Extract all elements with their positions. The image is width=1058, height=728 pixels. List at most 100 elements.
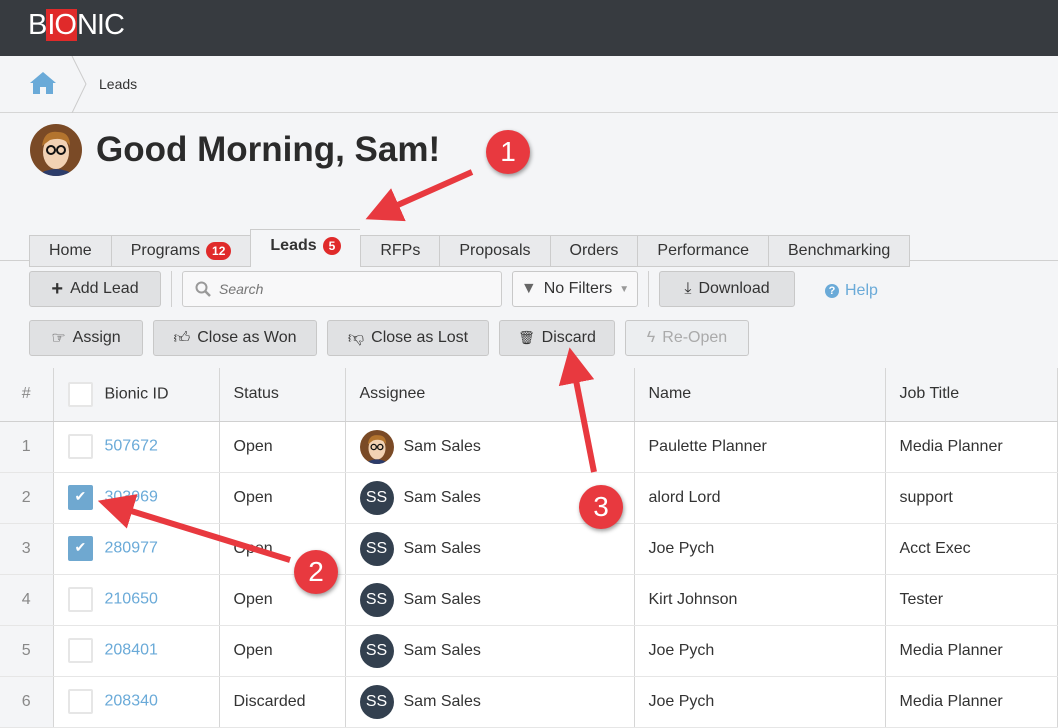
row-checkbox[interactable] bbox=[67, 587, 93, 612]
top-bar: BIONIC bbox=[0, 0, 1058, 56]
table-row[interactable]: 2 303969 Open SS Sam Sales alord Lord sup… bbox=[0, 472, 1058, 524]
leads-table: # Bionic ID Status Assignee Name Job Tit… bbox=[0, 368, 1058, 728]
tab-label: Performance bbox=[657, 242, 749, 259]
row-checkbox[interactable] bbox=[67, 689, 93, 714]
assignee-avatar: SS bbox=[359, 684, 394, 719]
table-row[interactable]: 6 208340 Discarded SS Sam Sales Joe Pych … bbox=[0, 676, 1058, 728]
assignee-name: Sam Sales bbox=[403, 437, 481, 455]
search-input[interactable] bbox=[219, 281, 479, 297]
assignee-avatar: SS bbox=[359, 582, 394, 617]
thumbs-down-icon: 👎︎ bbox=[347, 329, 365, 347]
tab-label: RFPs bbox=[380, 242, 421, 259]
row-checkbox[interactable] bbox=[67, 638, 93, 663]
col-status[interactable]: Status bbox=[219, 368, 346, 422]
question-circle-icon: ? bbox=[825, 284, 839, 298]
row-checkbox[interactable] bbox=[67, 536, 93, 561]
discard-button[interactable]: 🗑︎ Discard bbox=[499, 320, 615, 356]
user-avatar bbox=[30, 124, 82, 176]
tab-proposals[interactable]: Proposals bbox=[439, 235, 550, 267]
close-as-won-button[interactable]: 👍︎ Close as Won bbox=[153, 320, 317, 356]
arrow-1 bbox=[365, 169, 474, 222]
bionic-id-link[interactable]: 210650 bbox=[105, 591, 158, 608]
annotation-1: 1 bbox=[486, 130, 530, 174]
breadcrumb-current: Leads bbox=[99, 76, 138, 92]
filters-dropdown[interactable]: ▼ No Filters ▼ bbox=[512, 271, 638, 307]
assignee-name: Sam Sales bbox=[403, 692, 481, 710]
button-label: Re-Open bbox=[662, 329, 728, 346]
table-row[interactable]: 5 208401 Open SS Sam Sales Joe Pych Media… bbox=[0, 625, 1058, 677]
assignee-cell: SS Sam Sales bbox=[345, 574, 635, 626]
col-name[interactable]: Name bbox=[634, 368, 886, 422]
close-as-lost-button[interactable]: 👎︎ Close as Lost bbox=[327, 320, 489, 356]
tab-label: Orders bbox=[569, 242, 619, 259]
filter-icon: ▼ bbox=[520, 280, 537, 297]
bionic-id-cell: 507672 bbox=[53, 421, 220, 473]
col-assignee[interactable]: Assignee bbox=[345, 368, 635, 422]
home-icon[interactable] bbox=[29, 71, 57, 95]
assignee-avatar: SS bbox=[359, 633, 394, 668]
breadcrumb-separator bbox=[71, 56, 87, 113]
tab-leads[interactable]: Leads 5 bbox=[250, 229, 361, 267]
bionic-id-link[interactable]: 208340 bbox=[105, 693, 158, 710]
assignee-name: Sam Sales bbox=[403, 641, 481, 659]
row-checkbox[interactable] bbox=[67, 485, 93, 510]
assign-button[interactable]: ☞ Assign bbox=[29, 320, 143, 356]
bionic-id-cell: 208340 bbox=[53, 676, 220, 728]
bionic-id-link[interactable]: 507672 bbox=[105, 438, 158, 455]
bionic-id-link[interactable]: 208401 bbox=[105, 642, 158, 659]
job-title-cell: Media Planner bbox=[885, 625, 1058, 677]
col-job-title[interactable]: Job Title bbox=[885, 368, 1058, 422]
trash-icon: 🗑︎ bbox=[518, 330, 535, 345]
col-number: # bbox=[0, 368, 54, 422]
search-box[interactable] bbox=[182, 271, 502, 307]
tab-performance[interactable]: Performance bbox=[637, 235, 768, 267]
breadcrumb: Leads bbox=[0, 56, 1058, 113]
divider bbox=[648, 271, 649, 307]
assignee-cell: Sam Sales bbox=[345, 421, 635, 473]
tab-home[interactable]: Home bbox=[29, 235, 111, 267]
bionic-logo[interactable]: BIONIC bbox=[28, 9, 125, 42]
plus-icon: + bbox=[51, 277, 64, 300]
tab-programs[interactable]: Programs 12 bbox=[110, 235, 251, 267]
assignee-avatar: SS bbox=[359, 531, 394, 566]
logo-nic: NIC bbox=[76, 9, 125, 41]
search-icon bbox=[195, 281, 211, 297]
bolt-icon: ϟ bbox=[646, 329, 656, 346]
name-cell: alord Lord bbox=[634, 472, 886, 524]
help-link[interactable]: ? Help bbox=[825, 282, 878, 300]
tab-bar: Home Programs 12 Leads 5 RFPs Proposals Or… bbox=[29, 229, 911, 267]
annotation-3: 3 bbox=[579, 485, 623, 529]
button-label: Add Lead bbox=[70, 280, 139, 297]
table-row[interactable]: 1 507672 Open Sam Sales Paulette Planner… bbox=[0, 421, 1058, 473]
tab-orders[interactable]: Orders bbox=[549, 235, 638, 267]
select-all-checkbox[interactable] bbox=[67, 381, 93, 407]
button-label: Download bbox=[698, 280, 770, 297]
job-title-cell: Media Planner bbox=[885, 676, 1058, 728]
bionic-id-link[interactable]: 280977 bbox=[105, 540, 158, 557]
tab-label: Leads bbox=[270, 236, 317, 254]
add-lead-button[interactable]: + Add Lead bbox=[29, 271, 161, 307]
row-number: 6 bbox=[0, 676, 54, 728]
bionic-id-link[interactable]: 303969 bbox=[105, 489, 158, 506]
annotation-2: 2 bbox=[294, 550, 338, 594]
row-checkbox[interactable] bbox=[67, 434, 93, 459]
table-header: # Bionic ID Status Assignee Name Job Tit… bbox=[0, 368, 1058, 422]
table-row[interactable]: 3 280977 Open SSSam Sales Joe Pych Acct … bbox=[0, 523, 1058, 575]
download-button[interactable]: ⤓ Download bbox=[659, 271, 795, 307]
row-number: 4 bbox=[0, 574, 54, 626]
tab-rfps[interactable]: RFPs bbox=[360, 235, 440, 267]
bionic-id-cell: 280977 bbox=[53, 523, 220, 575]
assignee-avatar bbox=[359, 429, 394, 464]
name-cell: Joe Pych bbox=[634, 523, 886, 575]
col-bionic-id[interactable]: Bionic ID bbox=[53, 368, 220, 422]
tab-label: Proposals bbox=[459, 242, 531, 259]
reopen-button: ϟ Re-Open bbox=[625, 320, 749, 356]
row-number: 5 bbox=[0, 625, 54, 677]
divider bbox=[171, 271, 172, 307]
job-title-cell: Tester bbox=[885, 574, 1058, 626]
tab-benchmarking[interactable]: Benchmarking bbox=[768, 235, 911, 267]
row-number: 2 bbox=[0, 472, 54, 524]
assignee-avatar: SS bbox=[359, 480, 394, 515]
table-row[interactable]: 4 210650 Open SS Sam Sales Kirt Johnson T… bbox=[0, 574, 1058, 626]
name-cell: Kirt Johnson bbox=[634, 574, 886, 626]
